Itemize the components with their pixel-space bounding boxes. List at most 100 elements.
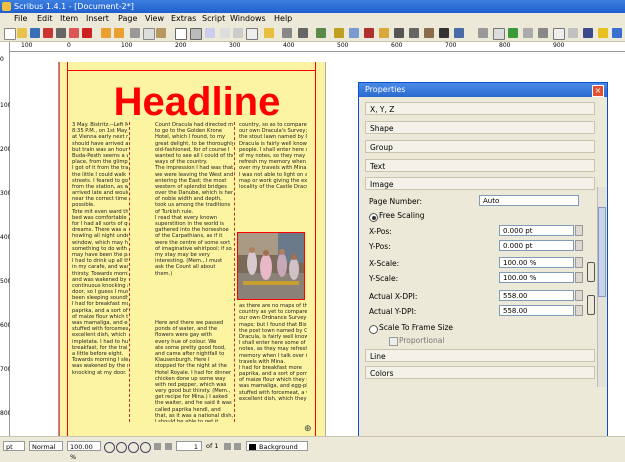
pdf-list-box-icon[interactable] xyxy=(538,28,548,38)
menu-insert[interactable]: Insert xyxy=(86,14,109,23)
dpi-chain-link-icon[interactable] xyxy=(587,295,595,315)
first-page-icon[interactable] xyxy=(154,443,161,450)
menu-file[interactable]: File xyxy=(14,14,27,23)
menu-help[interactable]: Help xyxy=(274,14,292,23)
menu-page[interactable]: Page xyxy=(118,14,137,23)
open-folder-icon[interactable] xyxy=(17,28,27,38)
edit-contents-icon[interactable] xyxy=(364,28,374,38)
next-page-icon[interactable] xyxy=(224,443,231,450)
section-colors[interactable]: Colors xyxy=(365,366,595,379)
x-pos-input[interactable]: 0.000 pt xyxy=(499,225,574,236)
menu-script[interactable]: Script xyxy=(202,14,225,23)
save-icon[interactable] xyxy=(30,28,40,38)
pdf-options-icon[interactable] xyxy=(583,28,593,38)
y-scale-input[interactable]: 100.00 % xyxy=(499,272,574,283)
proportional-checkbox[interactable] xyxy=(389,337,398,346)
link-frames-icon[interactable] xyxy=(394,28,404,38)
line-icon[interactable] xyxy=(282,28,292,38)
image-frame-dancers[interactable] xyxy=(237,232,305,300)
text-column-3-top[interactable]: country, so as to compare withour own Dr… xyxy=(239,122,307,192)
section-shape[interactable]: Shape xyxy=(365,121,595,134)
properties-scrollbar[interactable] xyxy=(597,187,606,387)
previous-page-icon[interactable] xyxy=(165,443,172,450)
actual-x-dpi-spinner[interactable] xyxy=(575,290,583,301)
menu-item[interactable]: Item xyxy=(60,14,78,23)
actual-y-dpi-input[interactable]: 558.00 xyxy=(499,305,574,316)
edit-text-icon[interactable] xyxy=(379,28,389,38)
unit-select[interactable]: pt xyxy=(3,441,25,451)
extra-tool-icon[interactable] xyxy=(612,28,622,38)
polygon-icon[interactable] xyxy=(264,28,274,38)
properties-title-bar[interactable]: Properties × xyxy=(359,83,607,97)
menu-view[interactable]: View xyxy=(145,14,164,23)
cut-icon[interactable] xyxy=(130,28,140,38)
scale-to-frame-radio[interactable] xyxy=(369,325,378,334)
menu-extras[interactable]: Extras xyxy=(171,14,196,23)
zoom-icon[interactable] xyxy=(349,28,359,38)
page-number-select[interactable]: Auto xyxy=(479,195,579,206)
zoom-input[interactable]: 100.00 % xyxy=(67,441,101,461)
select-item-icon[interactable] xyxy=(175,28,187,40)
preflight-icon[interactable] xyxy=(69,28,79,38)
menu-edit[interactable]: Edit xyxy=(37,14,53,23)
copy-icon[interactable] xyxy=(143,28,155,40)
sticky-note-icon[interactable] xyxy=(598,28,608,38)
print-icon[interactable] xyxy=(56,28,66,38)
zoom-out-icon[interactable] xyxy=(104,442,115,453)
text-column-2[interactable]: Count Dracula had directed me to go to th… xyxy=(155,122,233,422)
section-text[interactable]: Text xyxy=(365,159,595,172)
eye-dropper-icon[interactable] xyxy=(454,28,464,38)
render-frame-icon[interactable] xyxy=(220,28,230,38)
export-pdf-icon[interactable] xyxy=(82,28,92,38)
close-icon[interactable]: × xyxy=(592,85,604,97)
view-mode-select[interactable]: Normal xyxy=(29,441,63,451)
x-scale-spinner[interactable] xyxy=(575,257,583,268)
close-document-icon[interactable] xyxy=(43,28,53,38)
chain-link-icon[interactable] xyxy=(587,262,595,282)
section-image[interactable]: Image xyxy=(365,177,595,190)
last-page-icon[interactable] xyxy=(234,443,241,450)
freehand-line-icon[interactable] xyxy=(316,28,326,38)
text-overflow-marker[interactable]: ⊕ xyxy=(304,424,314,434)
x-scale-input[interactable]: 100.00 % xyxy=(499,257,574,268)
image-frame-icon[interactable] xyxy=(205,28,215,38)
document-page[interactable]: Headline 3 May. Bistritz.--Left Munich a… xyxy=(58,62,325,436)
section-xyz[interactable]: X, Y, Z xyxy=(365,102,595,115)
paste-icon[interactable] xyxy=(156,28,166,38)
y-pos-input[interactable]: 0.000 pt xyxy=(499,240,574,251)
menu-windows[interactable]: Windows xyxy=(230,14,266,23)
scrollbar-thumb[interactable] xyxy=(598,207,606,297)
text-column-3-bottom[interactable]: as there are no maps of this country as y… xyxy=(239,303,307,423)
text-annotation-icon[interactable] xyxy=(553,28,565,40)
pdf-push-button-icon[interactable] xyxy=(478,28,488,38)
vertical-ruler[interactable]: 0 100 200 300 400 500 600 700 800 xyxy=(0,42,11,436)
page-number-input[interactable]: 1 xyxy=(176,441,202,451)
zoom-in-icon[interactable] xyxy=(128,442,139,453)
text-column-1[interactable]: 3 May. Bistritz.--Left Munich at8:35 P.M… xyxy=(72,122,128,422)
section-group[interactable]: Group xyxy=(365,140,595,153)
copy-properties-icon[interactable] xyxy=(439,28,449,38)
zoom-fit-icon[interactable] xyxy=(140,442,151,453)
new-document-icon[interactable] xyxy=(4,28,16,40)
redo-icon[interactable] xyxy=(114,28,124,38)
actual-y-dpi-spinner[interactable] xyxy=(575,305,583,316)
rotate-item-icon[interactable] xyxy=(334,28,344,38)
bezier-icon[interactable] xyxy=(298,28,308,38)
free-scaling-radio[interactable] xyxy=(369,213,378,222)
pdf-combo-box-icon[interactable] xyxy=(523,28,533,38)
link-annotation-icon[interactable] xyxy=(568,28,578,38)
properties-palette[interactable]: Properties × X, Y, Z Shape Group Text Im… xyxy=(358,82,608,438)
section-line[interactable]: Line xyxy=(365,349,595,362)
pdf-text-field-icon[interactable] xyxy=(493,28,505,40)
shape-icon[interactable] xyxy=(246,28,258,40)
headline-text-frame[interactable]: Headline xyxy=(97,80,297,124)
y-scale-spinner[interactable] xyxy=(575,272,583,283)
undo-icon[interactable] xyxy=(101,28,111,38)
y-pos-spinner[interactable] xyxy=(575,240,583,251)
zoom-100-icon[interactable] xyxy=(116,442,127,453)
measurements-icon[interactable] xyxy=(424,28,434,38)
actual-x-dpi-input[interactable]: 558.00 xyxy=(499,290,574,301)
horizontal-ruler[interactable]: 100 0 100 200 300 400 500 600 700 800 90… xyxy=(9,42,625,52)
table-icon[interactable] xyxy=(233,28,243,38)
pdf-check-box-icon[interactable] xyxy=(508,28,518,38)
